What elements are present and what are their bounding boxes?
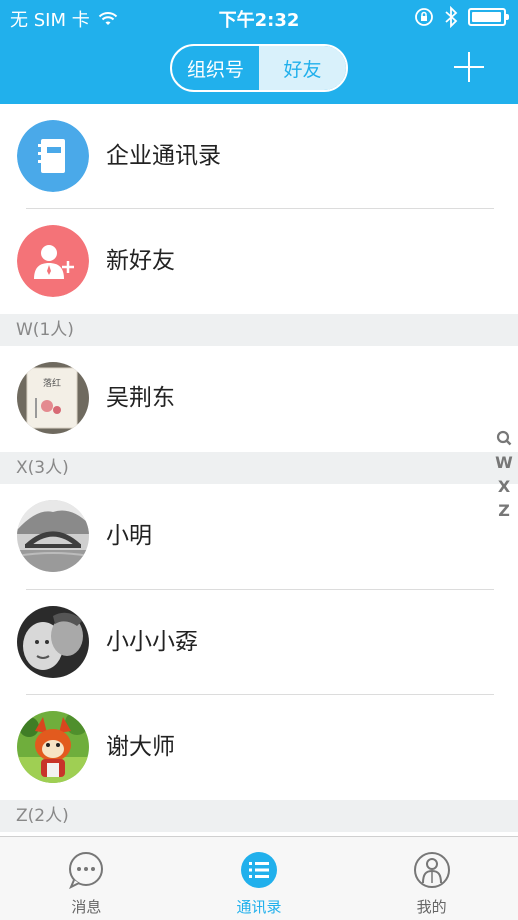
contact-row[interactable]: 落红 吴荆东 (0, 346, 518, 450)
contact-avatar (17, 606, 89, 678)
tab-label: 通讯录 (236, 898, 282, 916)
avatar (17, 225, 89, 297)
contacts-list-icon (241, 852, 277, 888)
address-book-icon (17, 120, 89, 192)
new-friends-row[interactable]: 新好友 (0, 209, 518, 313)
bluetooth-icon (445, 6, 458, 28)
tab-profile[interactable]: 我的 (345, 837, 518, 920)
contact-row[interactable]: 小小小孬 (0, 590, 518, 694)
contact-name: 吴荆东 (106, 385, 175, 411)
status-bar: 无 SIM 卡 下午2:32 (0, 0, 518, 34)
contact-name: 谢大师 (106, 734, 175, 760)
index-letter-z[interactable]: Z (498, 500, 510, 522)
add-friend-icon (17, 225, 89, 297)
bottom-tab-bar: 消息 通讯录 我的 (0, 836, 518, 920)
segmented-control: 组织号 好友 (170, 44, 348, 92)
profile-icon (413, 852, 450, 888)
contact-name: 小明 (106, 523, 152, 549)
index-letter-x[interactable]: X (498, 476, 510, 498)
add-button[interactable] (452, 50, 486, 84)
contact-row[interactable]: 小明 (0, 484, 518, 588)
battery-icon (468, 8, 509, 26)
section-header-w: W(1人) (0, 314, 518, 346)
contact-row[interactable]: 谢大师 (0, 695, 518, 799)
battery-level (472, 12, 501, 22)
entry-label: 企业通讯录 (106, 143, 221, 169)
contact-avatar (17, 500, 89, 572)
section-header-z: Z(2人) (0, 800, 518, 832)
top-bar: 无 SIM 卡 下午2:32 组织号 好友 (0, 0, 518, 104)
entry-label: 新好友 (106, 248, 175, 274)
search-icon[interactable] (496, 428, 512, 450)
tab-label: 消息 (71, 898, 102, 916)
tab-label: 我的 (416, 898, 447, 916)
enterprise-directory-row[interactable]: 企业通讯录 (0, 104, 518, 208)
rotation-lock-icon (415, 8, 433, 26)
svg-text:落红: 落红 (43, 377, 61, 389)
status-icons (414, 6, 509, 28)
tab-organization[interactable]: 组织号 (172, 46, 259, 90)
chat-bubble-icon (69, 852, 104, 890)
tab-messages[interactable]: 消息 (0, 837, 173, 920)
contact-name: 小小小孬 (106, 629, 198, 655)
section-header-x: X(3人) (0, 452, 518, 484)
index-letter-w[interactable]: W (495, 452, 513, 474)
tab-friends[interactable]: 好友 (259, 46, 346, 90)
alphabet-index-bar: W X Z (494, 428, 514, 522)
contact-avatar (17, 711, 89, 783)
contact-avatar: 落红 (17, 362, 89, 434)
tab-contacts[interactable]: 通讯录 (173, 837, 346, 920)
avatar (17, 120, 89, 192)
